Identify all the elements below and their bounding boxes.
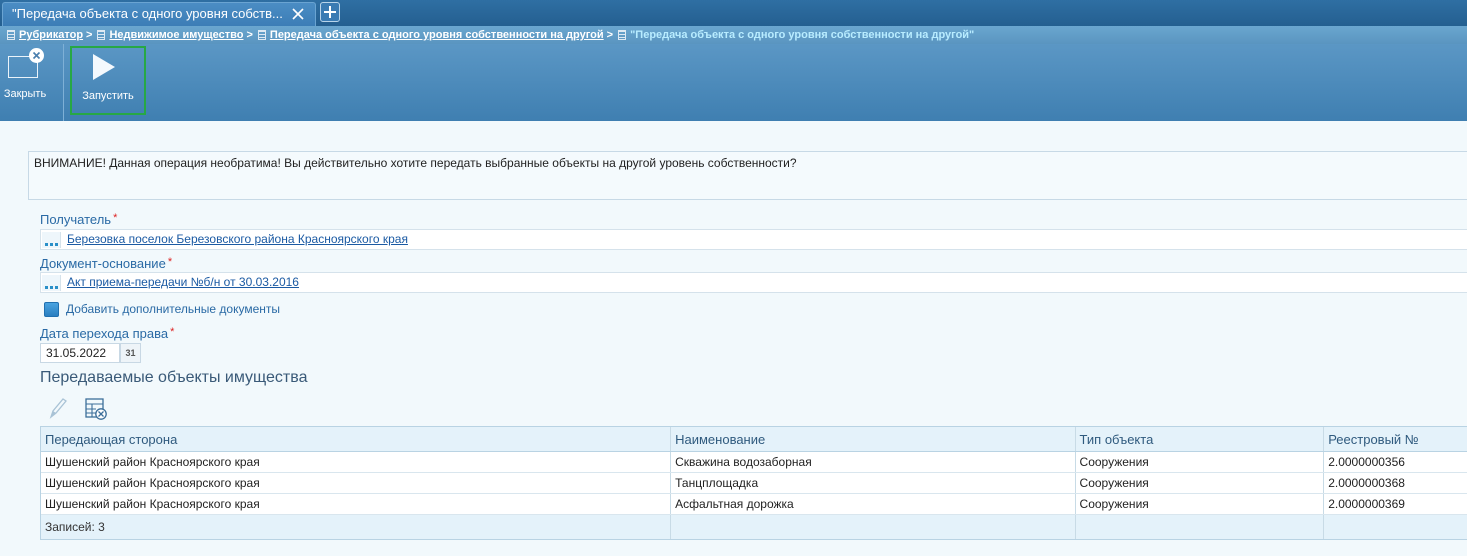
table-cell: 2.0000000368 bbox=[1328, 476, 1405, 490]
table-cell: Сооружения bbox=[1076, 473, 1325, 493]
footer-cell bbox=[671, 515, 1076, 539]
required-mark: * bbox=[167, 256, 173, 268]
breadcrumb-separator: > bbox=[86, 29, 93, 41]
breadcrumb-link-real-estate[interactable]: Недвижимое имущество bbox=[109, 29, 243, 41]
table-row[interactable]: Шушенский район Красноярского края Скваж… bbox=[41, 452, 1467, 473]
document-icon bbox=[618, 30, 627, 40]
base-document-label: Документ-основание * bbox=[40, 256, 173, 271]
table-footer: Записей: 3 bbox=[41, 515, 1467, 539]
breadcrumb-link-transfer[interactable]: Передача объекта с одного уровня собстве… bbox=[270, 29, 604, 41]
recipient-link[interactable]: Березовка поселок Березовского района Кр… bbox=[67, 232, 408, 246]
warning-message: ВНИМАНИЕ! Данная операция необратима! Вы… bbox=[28, 151, 1467, 200]
add-documents-row[interactable]: Добавить дополнительные документы bbox=[44, 301, 280, 317]
table-row[interactable]: Шушенский район Красноярского края Танцп… bbox=[41, 473, 1467, 494]
table-cell: Сооружения bbox=[1076, 494, 1325, 514]
footer-cell bbox=[1324, 515, 1467, 539]
base-document-link[interactable]: Акт приема-передачи №б/н от 30.03.2016 bbox=[67, 275, 299, 289]
add-documents-label: Добавить дополнительные документы bbox=[66, 302, 281, 316]
warning-text: ВНИМАНИЕ! Данная операция необратима! Вы… bbox=[34, 156, 797, 170]
column-header[interactable]: Реестровый № bbox=[1324, 427, 1467, 451]
document-icon bbox=[257, 30, 266, 40]
recipient-label: Получатель * bbox=[40, 212, 118, 227]
transfer-date-input[interactable]: 31.05.2022 bbox=[40, 343, 120, 363]
table-cell: Сооружения bbox=[1076, 452, 1325, 472]
pencil-icon[interactable] bbox=[47, 396, 69, 420]
close-button[interactable]: Закрыть bbox=[0, 44, 62, 121]
document-icon bbox=[97, 30, 106, 40]
table-cell: 2.0000000356 bbox=[1328, 455, 1405, 469]
toolbar-divider bbox=[63, 44, 64, 121]
records-count: Записей: 3 bbox=[41, 515, 672, 539]
table-cell: 2.0000000369 bbox=[1328, 497, 1405, 511]
breadcrumb-separator: > bbox=[246, 29, 253, 41]
tab-bar: "Передача объекта с одного уровня собств… bbox=[0, 0, 1467, 26]
breadcrumb-link-rubricator[interactable]: Рубрикатор bbox=[19, 29, 83, 41]
table-cell: Асфальтная дорожка bbox=[671, 494, 1076, 514]
table-cell: Шушенский район Красноярского края bbox=[41, 494, 672, 514]
add-tab-button[interactable] bbox=[320, 2, 340, 22]
play-icon bbox=[93, 54, 115, 80]
run-button[interactable]: Запустить bbox=[70, 46, 146, 115]
tab-title: "Передача объекта с одного уровня собств… bbox=[12, 6, 283, 21]
objects-section-title: Передаваемые объекты имущества bbox=[40, 369, 308, 386]
table-cell: Шушенский район Красноярского края bbox=[41, 452, 672, 472]
breadcrumb-separator: > bbox=[606, 29, 614, 41]
objects-table: Передающая сторона Наименование Тип объе… bbox=[40, 426, 1467, 540]
transfer-date-label: Дата перехода права * bbox=[40, 326, 175, 341]
toolbar: Закрыть Запустить bbox=[0, 44, 1467, 121]
table-row[interactable]: Шушенский район Красноярского края Асфал… bbox=[41, 494, 1467, 515]
column-header[interactable]: Тип объекта bbox=[1076, 427, 1325, 451]
table-cell: Скважина водозаборная bbox=[671, 452, 1076, 472]
close-circle-icon bbox=[29, 48, 44, 63]
table-cell: Танцплощадка bbox=[671, 473, 1076, 493]
footer-cell bbox=[1076, 515, 1325, 539]
table-header: Передающая сторона Наименование Тип объе… bbox=[41, 427, 1467, 452]
close-button-label: Закрыть bbox=[3, 88, 47, 100]
ellipsis-icon[interactable] bbox=[42, 275, 61, 291]
breadcrumb: Рубрикатор > Недвижимое имущество > Пере… bbox=[0, 26, 1467, 44]
table-delete-icon[interactable] bbox=[84, 397, 108, 421]
table-cell: Шушенский район Красноярского края bbox=[41, 473, 672, 493]
calendar-icon[interactable]: 31 bbox=[120, 343, 141, 363]
ellipsis-icon[interactable] bbox=[42, 232, 61, 248]
column-header[interactable]: Наименование bbox=[671, 427, 1076, 451]
document-icon bbox=[7, 30, 15, 40]
breadcrumb-current: "Передача объекта с одного уровня собств… bbox=[630, 29, 975, 41]
close-icon[interactable] bbox=[291, 7, 305, 21]
column-header[interactable]: Передающая сторона bbox=[41, 427, 672, 451]
required-mark: * bbox=[113, 212, 118, 224]
plus-icon bbox=[324, 6, 336, 18]
required-mark: * bbox=[170, 326, 175, 338]
tab-active[interactable]: "Передача объекта с одного уровня собств… bbox=[2, 2, 316, 26]
base-document-field: Акт приема-передачи №б/н от 30.03.2016 bbox=[40, 272, 1467, 293]
run-button-label: Запустить bbox=[82, 90, 134, 102]
recipient-field: Березовка поселок Березовского района Кр… bbox=[40, 229, 1467, 250]
add-documents-checkbox[interactable] bbox=[44, 301, 59, 317]
